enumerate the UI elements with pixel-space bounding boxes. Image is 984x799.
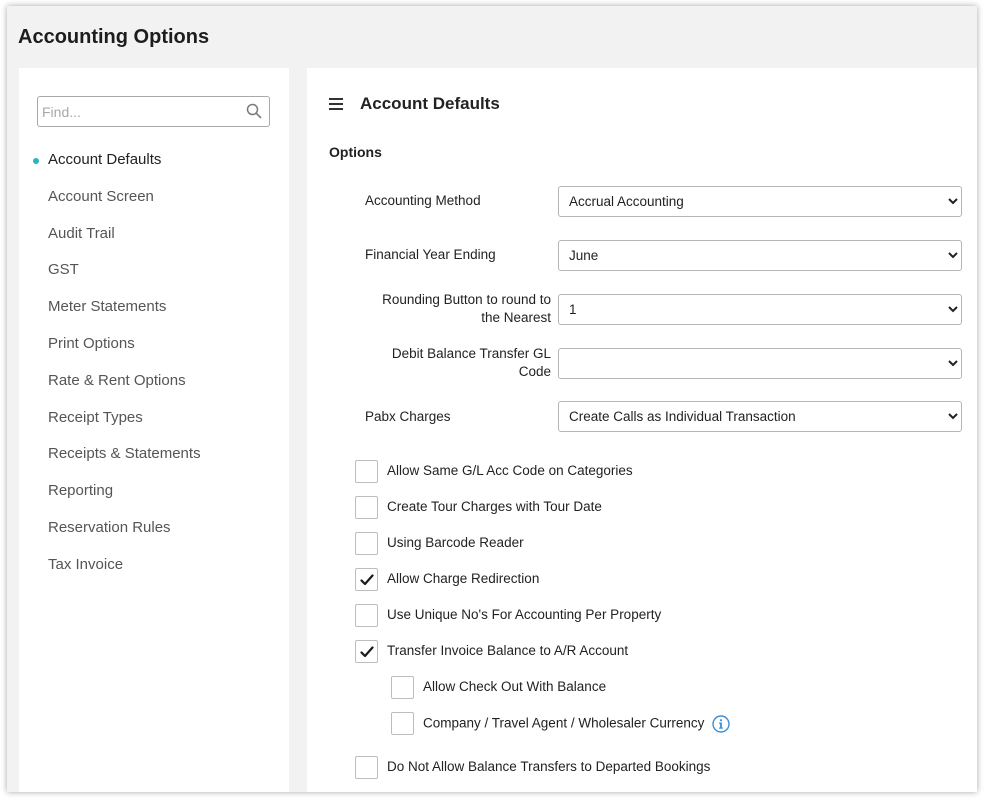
- sidebar-item-label: Audit Trail: [48, 224, 115, 242]
- accounting-method-select[interactable]: Accrual Accounting: [558, 186, 962, 217]
- section-title: Account Defaults: [360, 94, 500, 113]
- accounting-options-window: Accounting Options Account Defaults Acco…: [7, 6, 977, 792]
- search-icon[interactable]: [246, 103, 262, 119]
- pabx-charges-select[interactable]: Create Calls as Individual Transaction: [558, 401, 962, 432]
- sidebar-item-reservation-rules[interactable]: Reservation Rules: [19, 510, 289, 547]
- hamburger-menu-icon[interactable]: [329, 98, 343, 110]
- sidebar-item-receipts-statements[interactable]: Receipts & Statements: [19, 436, 289, 473]
- checkbox-label: Create Tour Charges with Tour Date: [387, 499, 602, 514]
- search-box[interactable]: [37, 96, 270, 127]
- options-heading: Options: [329, 144, 382, 160]
- sidebar-item-label: Print Options: [48, 334, 135, 352]
- sidebar-item-label: GST: [48, 261, 79, 279]
- checkbox[interactable]: [355, 604, 378, 627]
- sidebar-item-label: Receipts & Statements: [48, 445, 201, 463]
- sidebar-item-print-options[interactable]: Print Options: [19, 326, 289, 363]
- rounding-select[interactable]: 1: [558, 294, 962, 325]
- checkbox-label: Allow Same G/L Acc Code on Categories: [387, 463, 633, 478]
- field-label: Pabx Charges: [365, 409, 451, 424]
- checkmark-icon: [360, 646, 374, 658]
- checkbox[interactable]: [355, 460, 378, 483]
- checkbox-label: Allow Charge Redirection: [387, 571, 540, 586]
- checkbox-label: Do Not Allow Balance Transfers to Depart…: [387, 759, 711, 774]
- sidebar-item-tax-invoice[interactable]: Tax Invoice: [19, 547, 289, 584]
- field-label: Debit Balance Transfer GL Code: [391, 346, 551, 379]
- sidebar-item-label: Account Defaults: [48, 151, 162, 168]
- sidebar-item-label: Reservation Rules: [48, 518, 171, 536]
- main-panel: Account Defaults Options Accounting Meth…: [307, 68, 977, 792]
- sidebar-item-label: Account Screen: [48, 187, 154, 205]
- info-icon[interactable]: [712, 715, 730, 733]
- sidebar-item-label: Receipt Types: [48, 408, 143, 426]
- sidebar-item-reporting[interactable]: Reporting: [19, 473, 289, 510]
- page-title: Accounting Options: [18, 26, 210, 48]
- active-indicator-dot: [33, 158, 39, 164]
- field-label: Financial Year Ending: [365, 247, 496, 262]
- sidebar-item-account-screen[interactable]: Account Screen: [19, 179, 289, 216]
- checkbox[interactable]: [355, 568, 378, 591]
- search-input[interactable]: [38, 97, 238, 126]
- sidebar-item-label: Meter Statements: [48, 298, 167, 316]
- sidebar-item-label: Tax Invoice: [48, 555, 124, 573]
- sidebar-item-audit-trail[interactable]: Audit Trail: [19, 216, 289, 253]
- field-label: Rounding Button to round to the Nearest: [382, 292, 551, 325]
- sidebar-item-meter-statements[interactable]: Meter Statements: [19, 289, 289, 326]
- checkbox-label: Using Barcode Reader: [387, 535, 524, 550]
- checkbox[interactable]: [355, 756, 378, 779]
- sidebar-nav: Account Defaults Account Screen Audit Tr…: [19, 142, 289, 584]
- sidebar-item-label: Reporting: [48, 482, 114, 500]
- sidebar: Account Defaults Account Screen Audit Tr…: [19, 68, 289, 792]
- checkbox[interactable]: [391, 712, 414, 735]
- sidebar-item-gst[interactable]: GST: [19, 252, 289, 289]
- checkmark-icon: [360, 574, 374, 586]
- checkbox[interactable]: [355, 532, 378, 555]
- financial-year-ending-select[interactable]: June: [558, 240, 962, 271]
- sidebar-item-rate-rent-options[interactable]: Rate & Rent Options: [19, 363, 289, 400]
- sidebar-item-receipt-types[interactable]: Receipt Types: [19, 400, 289, 437]
- checkbox-label: Allow Check Out With Balance: [423, 679, 607, 694]
- checkbox[interactable]: [355, 496, 378, 519]
- debit-balance-transfer-gl-select[interactable]: [558, 348, 962, 379]
- checkbox[interactable]: [391, 676, 414, 699]
- sidebar-item-account-defaults[interactable]: Account Defaults: [19, 142, 289, 179]
- sidebar-item-label: Rate & Rent Options: [48, 371, 186, 389]
- checkbox-label: Company / Travel Agent / Wholesaler Curr…: [423, 715, 730, 733]
- checkbox[interactable]: [355, 640, 378, 663]
- checkbox-label: Use Unique No's For Accounting Per Prope…: [387, 607, 662, 622]
- field-label: Accounting Method: [365, 193, 481, 208]
- checkbox-label: Transfer Invoice Balance to A/R Account: [387, 643, 629, 658]
